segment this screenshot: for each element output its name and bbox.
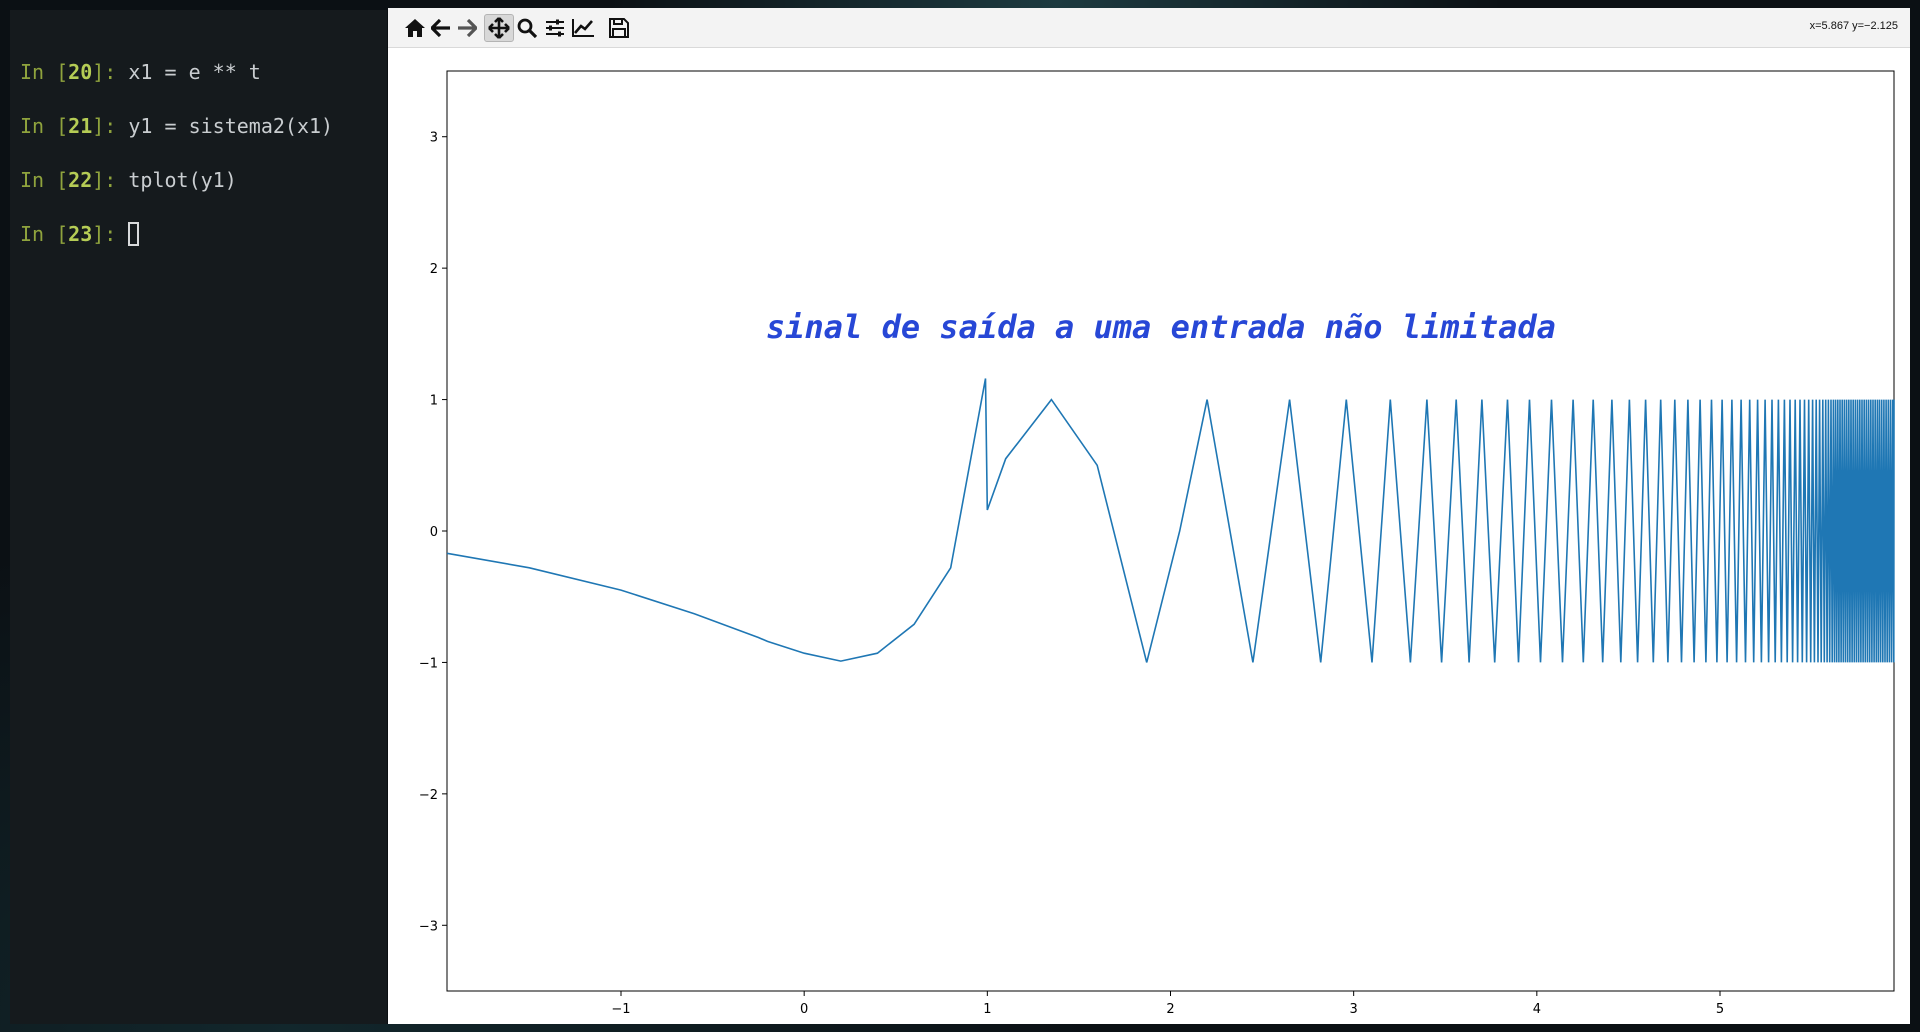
zoom-icon bbox=[517, 18, 537, 38]
x-tick-label: 4 bbox=[1533, 1002, 1541, 1017]
subplots-button[interactable] bbox=[540, 14, 570, 42]
y-tick-label: 1 bbox=[430, 394, 438, 409]
y-tick-label: 3 bbox=[430, 131, 438, 146]
pan-button[interactable] bbox=[484, 14, 514, 42]
x-tick-label: 1 bbox=[983, 1002, 991, 1017]
code-text: y1 = sistema2(x1) bbox=[128, 114, 334, 138]
prompt-number: 22 bbox=[68, 168, 93, 192]
forward-button[interactable] bbox=[452, 14, 482, 42]
prompt-suffix: ]: bbox=[92, 222, 129, 246]
x-tick-label: 3 bbox=[1350, 1002, 1358, 1017]
ipython-terminal[interactable]: In [20]: x1 = e ** t In [21]: y1 = sistem… bbox=[10, 10, 388, 1024]
edit-curve-icon bbox=[572, 19, 594, 37]
y-tick-label: 0 bbox=[430, 525, 438, 540]
prompt-suffix: ]: bbox=[92, 114, 129, 138]
y-tick-label: −1 bbox=[419, 656, 438, 671]
save-icon bbox=[609, 18, 629, 38]
navigation-toolbar: x=5.867 y=−2.125 bbox=[388, 8, 1910, 48]
prompt-number: 20 bbox=[68, 60, 93, 84]
y-tick-label: −3 bbox=[419, 919, 438, 934]
y-axis: −3 −2 −1 0 1 2 3 bbox=[419, 131, 447, 934]
x-tick-label: −1 bbox=[611, 1002, 630, 1017]
prompt-suffix: ]: bbox=[92, 168, 129, 192]
forward-arrow-icon bbox=[458, 19, 477, 37]
prompt-prefix: In [ bbox=[20, 222, 69, 246]
matplotlib-figure-window: x=5.867 y=−2.125 −3 −2 −1 0 1 2 3 −1 0 1 2 3 4 5 sin… bbox=[388, 8, 1910, 1024]
code-text: x1 = e ** t bbox=[128, 60, 261, 84]
back-arrow-icon bbox=[431, 19, 450, 37]
x-tick-label: 2 bbox=[1166, 1002, 1174, 1017]
terminal-line: In [22]: tplot(y1) bbox=[10, 168, 387, 222]
y-tick-label: −2 bbox=[419, 788, 438, 803]
prompt-prefix: In [ bbox=[20, 114, 69, 138]
plot-canvas[interactable]: −3 −2 −1 0 1 2 3 −1 0 1 2 3 4 5 sinal de saída a uma… bbox=[388, 48, 1910, 1024]
zoom-button[interactable] bbox=[512, 14, 542, 42]
terminal-line: In [23]: bbox=[10, 222, 387, 276]
text-cursor[interactable] bbox=[128, 222, 140, 246]
terminal-line: In [20]: x1 = e ** t bbox=[10, 60, 387, 114]
prompt-number: 23 bbox=[68, 222, 93, 246]
subplots-icon bbox=[546, 19, 564, 37]
axes-frame bbox=[446, 70, 1895, 992]
y-tick-label: 2 bbox=[430, 262, 438, 277]
code-text: tplot(y1) bbox=[128, 168, 237, 192]
prompt-prefix: In [ bbox=[20, 60, 69, 84]
cursor-coordinates: x=5.867 y=−2.125 bbox=[1809, 20, 1898, 32]
annotation-text: sinal de saída a uma entrada não limitad… bbox=[766, 308, 1556, 346]
x-tick-label: 5 bbox=[1716, 1002, 1724, 1017]
save-button[interactable] bbox=[604, 14, 634, 42]
prompt-prefix: In [ bbox=[20, 168, 69, 192]
prompt-number: 21 bbox=[68, 114, 93, 138]
terminal-line: In [21]: y1 = sistema2(x1) bbox=[10, 114, 387, 168]
home-icon bbox=[405, 19, 425, 37]
prompt-suffix: ]: bbox=[92, 60, 129, 84]
x-tick-label: 0 bbox=[800, 1002, 808, 1017]
edit-curve-button[interactable] bbox=[568, 14, 598, 42]
x-axis: −1 0 1 2 3 4 5 bbox=[611, 991, 1724, 1017]
pan-icon bbox=[488, 17, 510, 39]
